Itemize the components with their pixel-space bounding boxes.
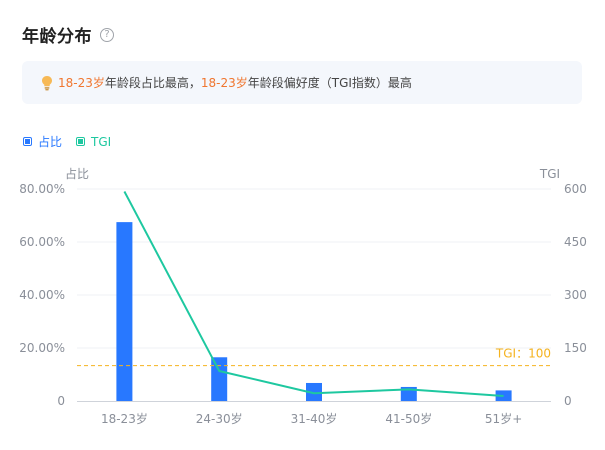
right-tick-label: 0 — [564, 394, 572, 408]
tgi-line — [123, 191, 504, 398]
age-distribution-chart: 0 20.00% 40.00% 60.00% 80.00% 0 150 300 450 600 占比… — [19, 166, 587, 426]
left-tick-label: 60.00% — [19, 235, 65, 249]
right-axis-title: TGI — [539, 167, 560, 181]
x-tick-label: 24-30岁 — [196, 411, 243, 426]
x-tick-label: 41-50岁 — [385, 411, 432, 426]
left-tick-label: 0 — [57, 394, 65, 408]
x-tick-label: 18-23岁 — [101, 411, 148, 426]
tgi-reference-label: TGI：100 — [495, 347, 551, 361]
left-axis-title: 占比 — [65, 166, 89, 181]
bar — [211, 357, 228, 401]
right-tick-label: 150 — [564, 341, 587, 355]
x-tick-label: 51岁+ — [485, 411, 522, 426]
right-tick-label: 450 — [564, 235, 587, 249]
bar — [116, 222, 133, 401]
left-tick-label: 20.00% — [19, 341, 65, 355]
right-tick-label: 600 — [564, 182, 587, 196]
x-tick-label: 31-40岁 — [291, 411, 338, 426]
left-tick-label: 80.00% — [19, 182, 65, 196]
left-tick-label: 40.00% — [19, 288, 65, 302]
right-tick-label: 300 — [564, 288, 587, 302]
